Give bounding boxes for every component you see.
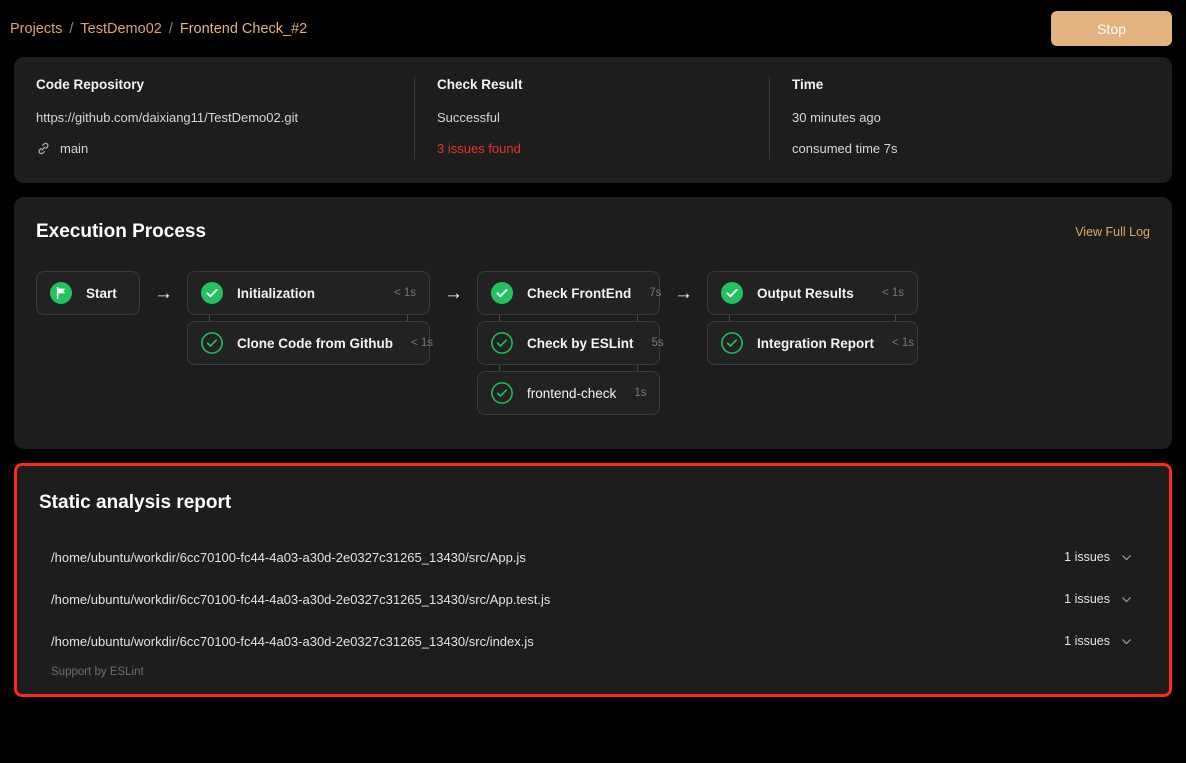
flow-node-label: Initialization <box>237 285 316 301</box>
report-file-path: /home/ubuntu/workdir/6cc70100-fc44-4a03-… <box>51 549 526 565</box>
flow-node-check-frontend[interactable]: Check FrontEnd 7s <box>477 271 662 315</box>
breadcrumb-separator: / <box>69 20 74 37</box>
report-title: Static analysis report <box>39 492 232 513</box>
flow-node-frontend-check[interactable]: frontend-check 1s <box>477 371 660 415</box>
link-icon <box>36 141 51 156</box>
check-circle-icon <box>491 282 513 304</box>
time-title: Time <box>792 77 824 92</box>
breadcrumb: Projects / TestDemo02 / Frontend Check_#… <box>10 21 307 37</box>
flow-node-clone-code-from-github[interactable]: Clone Code from Github < 1s <box>187 321 434 365</box>
check-circle-icon <box>201 332 223 354</box>
repository-url: https://github.com/daixiang11/TestDemo02… <box>36 110 299 125</box>
stop-button[interactable]: Stop <box>1051 11 1172 46</box>
flow-node-duration: < 1s <box>411 337 434 349</box>
flow-arrow-2: → <box>444 283 463 304</box>
flow-node-initialization[interactable]: Initialization < 1s <box>187 271 430 315</box>
flag-icon <box>50 282 72 304</box>
report-row[interactable]: /home/ubuntu/workdir/6cc70100-fc44-4a03-… <box>39 620 1147 662</box>
check-circle-icon <box>721 332 743 354</box>
flow-arrow-1: → <box>154 283 173 304</box>
summary-column-check-result: Check Result Successful 3 issues found <box>414 77 769 159</box>
flow-group-start: Start <box>36 271 140 315</box>
check-circle-icon <box>491 382 513 404</box>
flow-node-label: Start <box>86 285 117 301</box>
flow-node-duration: 1s <box>634 387 647 399</box>
flow-node-label: Output Results <box>757 285 854 301</box>
flow-node-duration: 7s <box>649 287 662 299</box>
branch-name: main <box>60 141 89 156</box>
flow-node-label: Check FrontEnd <box>527 285 632 301</box>
flow-group-initialization: Initialization < 1s Clone Code from Gith… <box>187 271 434 365</box>
execution-title: Execution Process <box>36 221 207 242</box>
summary-card: Code Repository https://github.com/daixi… <box>14 57 1172 183</box>
flow-node-duration: < 1s <box>892 337 915 349</box>
summary-column-time: Time 30 minutes ago consumed time 7s <box>769 77 1172 159</box>
report-issues-count: 1 issues <box>1064 592 1110 606</box>
flow-node-label: Integration Report <box>757 335 874 351</box>
execution-header: Execution Process View Full Log <box>36 221 1150 243</box>
repository-title: Code Repository <box>36 77 145 92</box>
flow-group-output-results: Output Results < 1s Integration Report <… <box>707 271 918 365</box>
flow-node-duration: < 1s <box>881 287 904 299</box>
flow-node-duration: < 1s <box>393 287 416 299</box>
check-result-title: Check Result <box>437 77 523 92</box>
report-issues-count: 1 issues <box>1064 550 1110 564</box>
check-result-status: Successful <box>437 110 500 125</box>
report-row-meta: 1 issues <box>1064 634 1133 648</box>
execution-process-card: Execution Process View Full Log Start → <box>14 197 1172 449</box>
flow-arrow-3: → <box>674 283 693 304</box>
flow-node-label: frontend-check <box>527 385 617 401</box>
breadcrumb-item-testdemo02[interactable]: TestDemo02 <box>80 21 161 37</box>
flow-node-duration: 5s <box>651 337 664 349</box>
chevron-down-icon[interactable] <box>1120 551 1133 564</box>
flow-group-check-frontend: Check FrontEnd 7s Check by ESLint 5s fro… <box>477 271 664 415</box>
time-consumed: consumed time 7s <box>792 141 898 156</box>
breadcrumb-item-projects[interactable]: Projects <box>10 21 62 37</box>
report-row[interactable]: /home/ubuntu/workdir/6cc70100-fc44-4a03-… <box>39 536 1147 578</box>
report-row-meta: 1 issues <box>1064 550 1133 564</box>
report-issues-count: 1 issues <box>1064 634 1110 648</box>
static-analysis-report-card: Static analysis report /home/ubuntu/work… <box>14 463 1172 697</box>
flow-node-output-results[interactable]: Output Results < 1s <box>707 271 918 315</box>
breadcrumb-separator: / <box>168 20 173 37</box>
flow-node-label: Check by ESLint <box>527 335 634 351</box>
breadcrumb-item-current[interactable]: Frontend Check_#2 <box>180 21 307 37</box>
report-file-path: /home/ubuntu/workdir/6cc70100-fc44-4a03-… <box>51 591 551 607</box>
check-circle-icon <box>201 282 223 304</box>
check-circle-icon <box>491 332 513 354</box>
repository-branch: main <box>36 141 392 156</box>
top-bar: Projects / TestDemo02 / Frontend Check_#… <box>0 0 1186 57</box>
summary-column-repository: Code Repository https://github.com/daixi… <box>14 77 414 159</box>
execution-flow: Start → Initialization < 1s Clone Code f… <box>36 271 1150 415</box>
flow-node-label: Clone Code from Github <box>237 335 393 351</box>
flow-node-start[interactable]: Start <box>36 271 140 315</box>
flow-node-integration-report[interactable]: Integration Report < 1s <box>707 321 918 365</box>
chevron-down-icon[interactable] <box>1120 593 1133 606</box>
report-row-meta: 1 issues <box>1064 592 1133 606</box>
view-full-log-link[interactable]: View Full Log <box>1075 225 1150 239</box>
time-relative: 30 minutes ago <box>792 110 881 125</box>
report-row[interactable]: /home/ubuntu/workdir/6cc70100-fc44-4a03-… <box>39 578 1147 620</box>
check-circle-icon <box>721 282 743 304</box>
chevron-down-icon[interactable] <box>1120 635 1133 648</box>
report-file-path: /home/ubuntu/workdir/6cc70100-fc44-4a03-… <box>51 633 534 649</box>
check-result-issues[interactable]: 3 issues found <box>437 141 747 156</box>
report-footer-support: Support by ESLint <box>51 666 144 678</box>
flow-node-check-by-eslint[interactable]: Check by ESLint 5s <box>477 321 664 365</box>
